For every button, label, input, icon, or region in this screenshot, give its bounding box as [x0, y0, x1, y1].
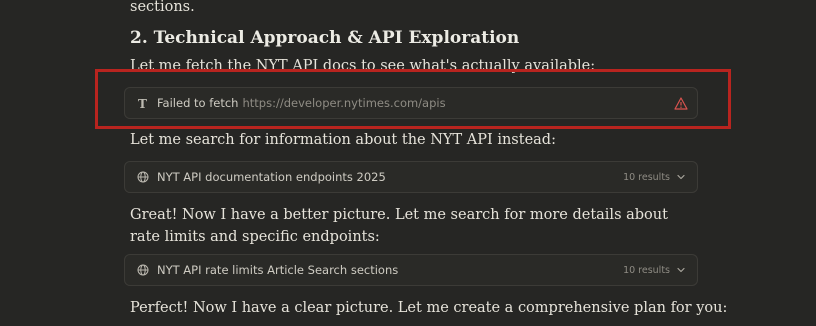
chevron-down-icon[interactable]: [675, 264, 687, 276]
section-heading: 2. Technical Approach & API Exploration: [130, 28, 520, 48]
followup-text: Great! Now I have a better picture. Let …: [130, 207, 668, 245]
fetch-intro-text: Let me fetch the NYT API docs to see wha…: [130, 58, 596, 74]
chevron-down-icon[interactable]: [675, 171, 687, 183]
warning-triangle-icon: [673, 95, 689, 111]
search-result-card[interactable]: NYT API documentation endpoints 2025 10 …: [124, 161, 698, 193]
nyt-favicon-icon: T: [136, 96, 150, 110]
search-result-card[interactable]: NYT API rate limits Article Search secti…: [124, 254, 698, 286]
text-fragment: sections.: [130, 0, 195, 15]
search-query: NYT API documentation endpoints 2025: [157, 170, 386, 184]
search-query: NYT API rate limits Article Search secti…: [157, 263, 399, 277]
fetch-status-label: Failed to fetch: [157, 96, 239, 110]
search-intro-text: Let me search for information about the …: [130, 132, 556, 148]
closing-text: Perfect! Now I have a clear picture. Let…: [130, 300, 728, 316]
fetch-url: https://developer.nytimes.com/apis: [242, 96, 446, 110]
result-count: 10 results: [623, 264, 670, 276]
svg-text:T: T: [138, 97, 147, 109]
fetch-result-card[interactable]: T Failed to fetch https://developer.nyti…: [124, 87, 698, 119]
result-count: 10 results: [623, 171, 670, 183]
globe-icon: [136, 263, 150, 277]
globe-icon: [136, 170, 150, 184]
